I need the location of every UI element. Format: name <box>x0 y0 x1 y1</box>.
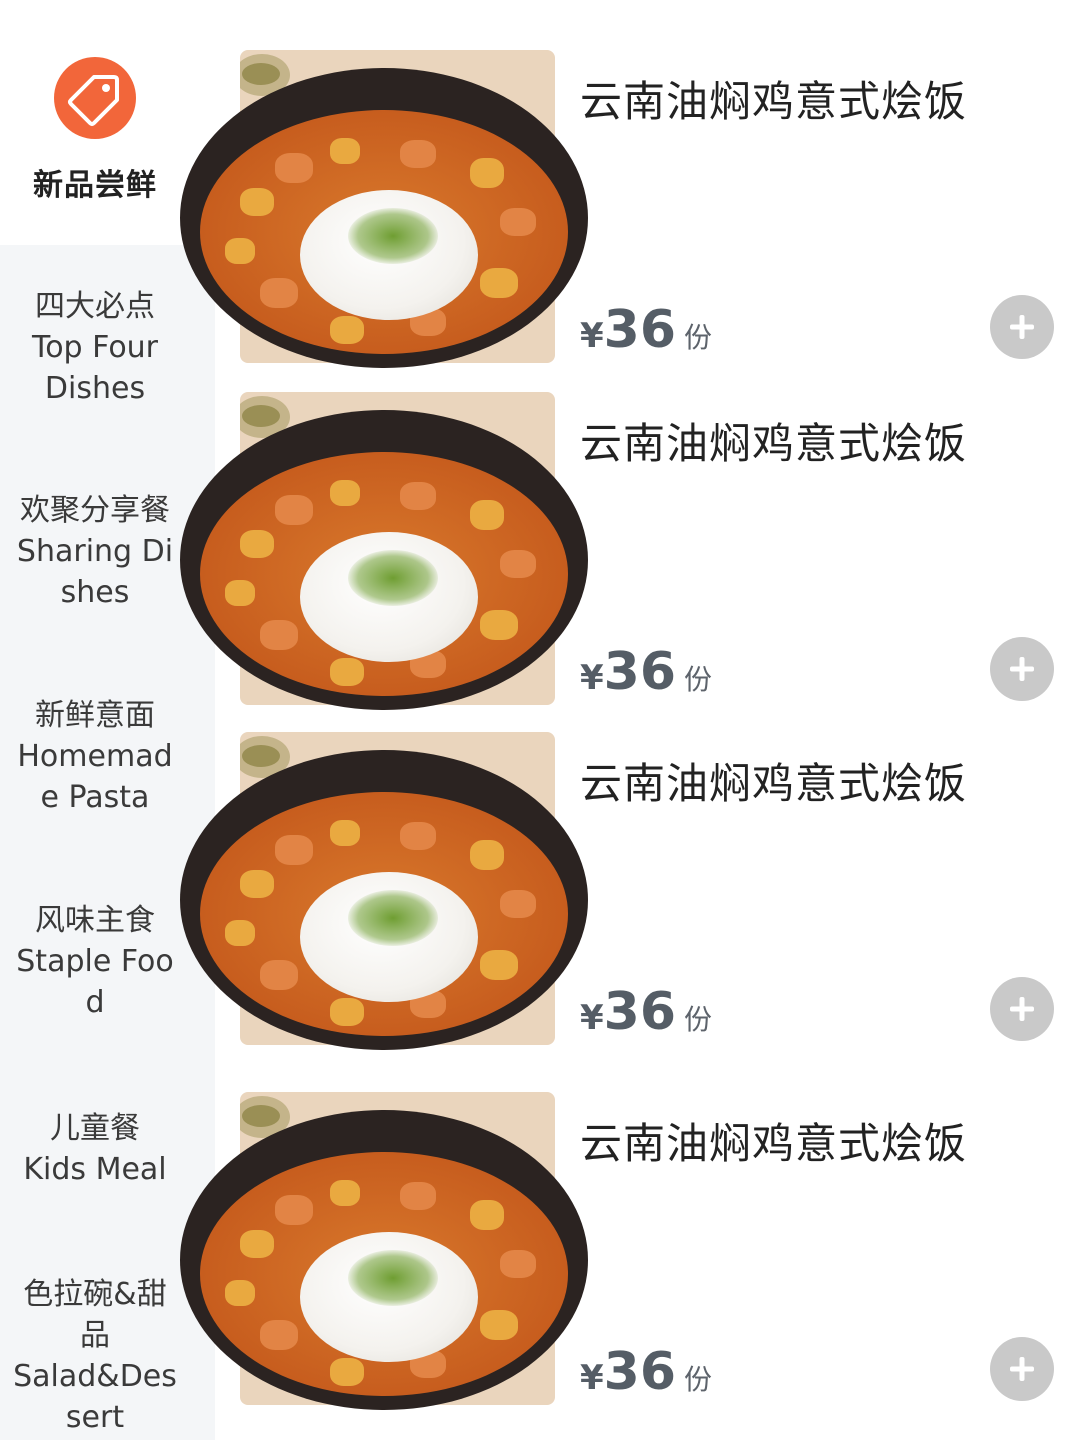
sidebar-item-label: 四大必点 <box>35 289 155 324</box>
product-name: 云南油焖鸡意式烩饭 <box>580 77 968 126</box>
product-dish-image <box>180 750 588 1050</box>
product-price: ¥36 份 <box>580 1342 712 1402</box>
price-unit: 份 <box>684 663 713 696</box>
sidebar-item-label: Sharing Di <box>16 534 174 569</box>
sidebar-item-label: sert <box>65 1400 125 1435</box>
add-to-cart-button[interactable] <box>990 295 1054 359</box>
sidebar-item-label: Kids Meal <box>23 1152 167 1187</box>
sidebar-item-kids-meal[interactable]: 儿童餐 Kids Meal <box>0 1108 190 1190</box>
sidebar-item-label: Top Four <box>31 330 159 365</box>
product-name: 云南油焖鸡意式烩饭 <box>580 759 968 808</box>
sidebar-item-label: Salad&Des <box>13 1359 177 1394</box>
plus-icon <box>1010 1357 1034 1381</box>
sidebar-item-label: 色拉碗&甜 <box>23 1277 167 1312</box>
price-value: 36 <box>603 300 677 360</box>
currency-symbol: ¥ <box>580 998 604 1038</box>
currency-symbol: ¥ <box>580 1358 604 1398</box>
plus-icon <box>1010 315 1034 339</box>
menu-page: 新品尝鲜 四大必点 Top Four Dishes 欢聚分享餐 Sharing … <box>0 0 1080 1440</box>
product-name: 云南油焖鸡意式烩饭 <box>580 1119 968 1168</box>
sidebar-item-label: shes <box>60 575 130 610</box>
product-dish-image <box>180 1110 588 1410</box>
sidebar-item-label: 新鲜意面 <box>35 698 155 733</box>
sidebar-item-homemade-pasta[interactable]: 新鲜意面 Homemad e Pasta <box>0 695 190 818</box>
sidebar-item-label: e Pasta <box>40 780 150 815</box>
product-dish-image <box>180 68 588 368</box>
sidebar-item-label: 欢聚分享餐 <box>20 493 170 528</box>
add-to-cart-button[interactable] <box>990 1337 1054 1401</box>
currency-symbol: ¥ <box>580 316 604 356</box>
sidebar-item-top-four-dishes[interactable]: 四大必点 Top Four Dishes <box>0 286 190 409</box>
sidebar-item-label: 儿童餐 <box>50 1111 140 1146</box>
product-card[interactable]: 云南油焖鸡意式烩饭 ¥36 份 <box>180 732 1080 1072</box>
price-value: 36 <box>603 1342 677 1402</box>
product-name: 云南油焖鸡意式烩饭 <box>580 419 968 468</box>
product-card[interactable]: 云南油焖鸡意式烩饭 ¥36 份 <box>180 50 1080 390</box>
sidebar-item-sharing-dishes[interactable]: 欢聚分享餐 Sharing Di shes <box>0 490 190 613</box>
price-unit: 份 <box>684 1363 713 1396</box>
product-card[interactable]: 云南油焖鸡意式烩饭 ¥36 份 <box>180 392 1080 732</box>
plus-icon <box>1010 657 1034 681</box>
sidebar-item-label: 新品尝鲜 <box>33 168 157 203</box>
sidebar-item-label: Homemad <box>17 739 173 774</box>
product-card[interactable]: 云南油焖鸡意式烩饭 ¥36 份 <box>180 1092 1080 1432</box>
price-unit: 份 <box>684 321 713 354</box>
product-price: ¥36 份 <box>580 982 712 1042</box>
product-dish-image <box>180 410 588 710</box>
price-value: 36 <box>603 982 677 1042</box>
sidebar-item-label: 品 <box>80 1318 110 1353</box>
sidebar-item-label: Staple Foo <box>16 944 174 979</box>
add-to-cart-button[interactable] <box>990 637 1054 701</box>
product-price: ¥36 份 <box>580 300 712 360</box>
sidebar-item-staple-food[interactable]: 风味主食 Staple Foo d <box>0 900 190 1023</box>
sidebar-item-label: Dishes <box>44 371 146 406</box>
price-value: 36 <box>603 642 677 702</box>
sidebar-item-label: d <box>85 985 105 1020</box>
price-unit: 份 <box>684 1003 713 1036</box>
price-tag-icon <box>54 57 136 139</box>
plus-icon <box>1010 997 1034 1021</box>
sidebar-item-salad-dessert[interactable]: 色拉碗&甜 品 Salad&Des sert <box>0 1274 190 1438</box>
add-to-cart-button[interactable] <box>990 977 1054 1041</box>
product-price: ¥36 份 <box>580 642 712 702</box>
sidebar-item-label: 风味主食 <box>35 903 155 938</box>
currency-symbol: ¥ <box>580 658 604 698</box>
